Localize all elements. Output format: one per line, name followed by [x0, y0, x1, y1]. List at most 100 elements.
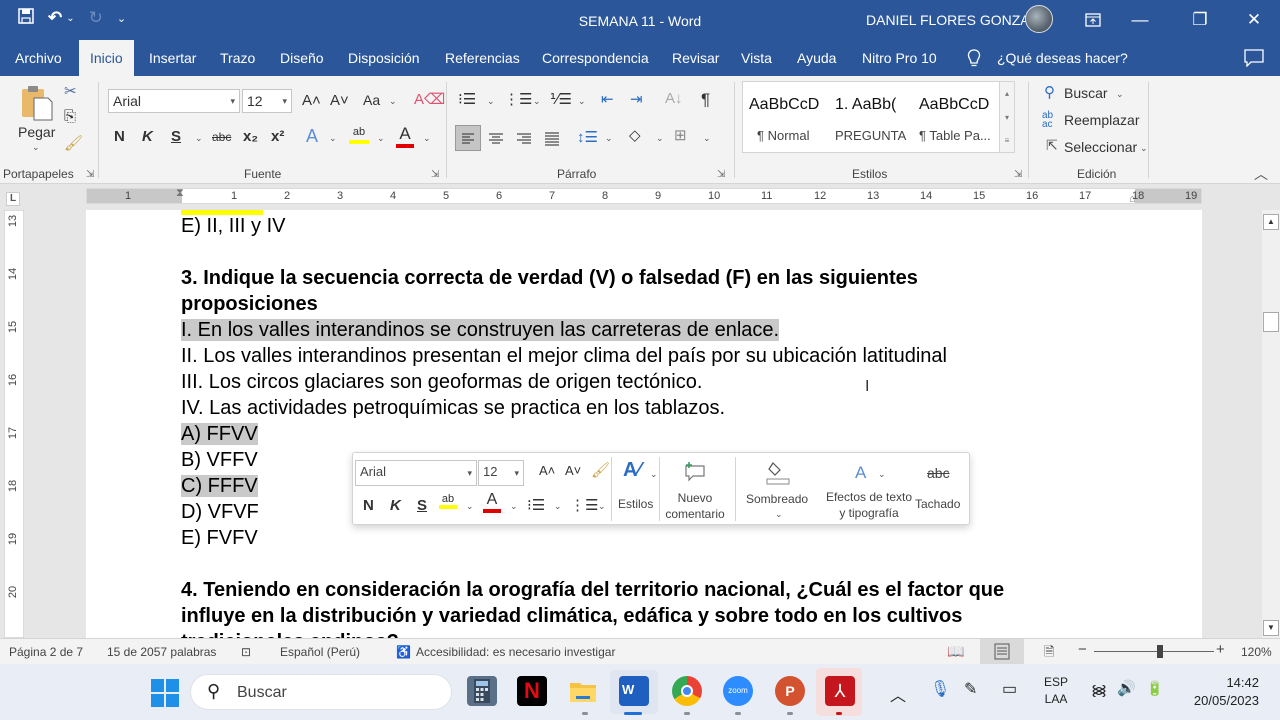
clock[interactable]: 14:42 20/05/2023	[1183, 674, 1259, 710]
grow-font-icon[interactable]: A˄	[302, 92, 321, 109]
pen-icon[interactable]: ✎	[964, 679, 977, 699]
collapse-ribbon-icon[interactable]: ︿	[1254, 164, 1268, 184]
tab-nitro-pro[interactable]: Nitro Pro 10	[862, 50, 937, 66]
style-normal[interactable]: ¶ Normal	[757, 128, 810, 143]
restore-button[interactable]: ❐	[1185, 8, 1215, 32]
numbering-dropdown-icon[interactable]: ⌄	[533, 96, 541, 107]
font-launcher-icon[interactable]: ⇲	[431, 169, 439, 180]
italic-button[interactable]: K	[142, 128, 153, 145]
question-line[interactable]: proposiciones	[181, 293, 318, 316]
proofing-icon[interactable]: ⊡	[241, 645, 251, 659]
mini-bold-button[interactable]: N	[363, 497, 374, 514]
mini-shrink-font-icon[interactable]: A˅	[565, 463, 581, 478]
replace-icon[interactable]: ab ac	[1042, 111, 1053, 130]
tab-trazo[interactable]: Trazo	[220, 50, 255, 66]
language[interactable]: Español (Perú)	[280, 645, 360, 659]
mini-styles-button[interactable]: Estilos	[618, 497, 653, 511]
tab-correspondencia[interactable]: Correspondencia	[542, 50, 649, 66]
zoom-app-icon[interactable]: zoom	[723, 676, 753, 706]
cut-icon[interactable]: ✂	[64, 82, 77, 100]
align-center-button[interactable]	[484, 126, 508, 153]
mini-highlight-dropdown-icon[interactable]: ⌄	[466, 501, 474, 512]
calculator-icon[interactable]	[467, 676, 497, 706]
accessibility-icon[interactable]: ♿	[396, 645, 411, 659]
zoom-slider-thumb[interactable]	[1157, 645, 1163, 658]
style-table-paragraph[interactable]: ¶ Table Pa...	[919, 128, 991, 143]
tab-selector-icon[interactable]: L	[6, 192, 20, 206]
font-size-select[interactable]: 12 ▾	[242, 89, 292, 113]
scroll-up-button[interactable]: ▲	[1263, 214, 1279, 230]
right-indent-marker-icon[interactable]: ⌂	[1129, 193, 1136, 205]
web-layout-icon[interactable]: 🗎	[1044, 643, 1054, 665]
text-effects-button[interactable]: Efectos de texto y tipografía	[817, 489, 921, 521]
new-comment-button[interactable]: Nuevo comentario	[663, 490, 727, 522]
mini-highlight-icon[interactable]: ab	[439, 493, 457, 509]
change-case-dropdown-icon[interactable]: ⌄	[389, 96, 397, 107]
bold-button[interactable]: N	[114, 128, 125, 145]
mini-font-family-select[interactable]: Arial ▾	[355, 460, 477, 486]
subscript-button[interactable]: x₂	[243, 128, 258, 145]
decrease-indent-icon[interactable]: ⇤	[601, 90, 614, 108]
numbering-icon[interactable]: ⋮☰	[504, 90, 532, 108]
shading-bucket-icon[interactable]	[765, 459, 791, 488]
clipboard-launcher-icon[interactable]: ⇲	[86, 169, 94, 180]
text-effects-dropdown-icon[interactable]: ⌄	[329, 133, 337, 144]
touchpad-icon[interactable]: ▭	[1002, 679, 1017, 699]
comments-icon[interactable]	[1244, 49, 1264, 70]
word-count[interactable]: 15 de 2057 palabras	[107, 645, 216, 659]
change-case-button[interactable]: Aa	[363, 92, 380, 108]
mini-font-size-select[interactable]: 12 ▾	[478, 460, 524, 486]
align-left-button[interactable]	[455, 125, 481, 151]
paste-icon[interactable]	[20, 84, 54, 125]
page-count[interactable]: Página 2 de 7	[9, 645, 83, 659]
scroll-down-icon[interactable]: ▾	[1000, 106, 1014, 130]
acrobat-icon[interactable]: ⅄	[825, 676, 855, 706]
tab-referencias[interactable]: Referencias	[445, 50, 520, 66]
document-line[interactable]: III. Los circos glaciares son geoformas …	[181, 371, 702, 394]
question-line[interactable]: 4. Teniendo en consideración la orografí…	[181, 579, 1004, 602]
document-line[interactable]: D) VFVF	[181, 501, 259, 524]
mini-underline-button[interactable]: S	[417, 497, 427, 514]
underline-dropdown-icon[interactable]: ⌄	[195, 133, 203, 144]
mini-bullets-dropdown-icon[interactable]: ⌄	[554, 501, 562, 512]
highlight-dropdown-icon[interactable]: ⌄	[377, 133, 385, 144]
shrink-font-icon[interactable]: A˅	[330, 92, 349, 109]
mini-styles-icon[interactable]: A⁄	[623, 459, 641, 482]
copy-icon[interactable]: ⎘	[64, 108, 76, 125]
taskbar-search[interactable]: ⚲ Buscar	[190, 674, 452, 710]
new-comment-icon[interactable]	[683, 461, 707, 486]
multilevel-dropdown-icon[interactable]: ⌄	[578, 96, 586, 107]
vertical-scrollbar[interactable]: ▲ ▼	[1262, 210, 1280, 638]
mini-styles-dropdown-icon[interactable]: ⌄	[650, 469, 658, 480]
bullets-dropdown-icon[interactable]: ⌄	[487, 96, 495, 107]
bullets-icon[interactable]: ⁝☰	[458, 90, 476, 108]
indent-marker-icon[interactable]: ⧗	[176, 187, 184, 200]
find-button[interactable]: Buscar	[1064, 85, 1108, 101]
style-preview-normal[interactable]: AaBbCcD	[749, 96, 819, 114]
zoom-level[interactable]: 120%	[1241, 645, 1272, 659]
paragraph-launcher-icon[interactable]: ⇲	[717, 169, 725, 180]
document-line[interactable]: B) VFFV	[181, 449, 258, 472]
show-formatting-icon[interactable]: ¶	[701, 90, 710, 110]
clear-formatting-icon[interactable]: A⌫	[414, 90, 445, 108]
question-line[interactable]: influye en la distribución y variedad cl…	[181, 605, 962, 628]
print-layout-button[interactable]	[980, 639, 1024, 664]
style-pregunta[interactable]: PREGUNTA	[835, 128, 906, 143]
tab-inicio[interactable]: Inicio	[79, 40, 134, 76]
borders-dropdown-icon[interactable]: ⌄	[703, 133, 711, 144]
scroll-down-button[interactable]: ▼	[1263, 620, 1279, 636]
font-color-dropdown-icon[interactable]: ⌄	[423, 133, 431, 144]
mini-bullets-icon[interactable]: ⁝☰	[527, 496, 545, 514]
shading-dropdown-icon[interactable]: ⌄	[656, 133, 664, 144]
input-language[interactable]: ESP LAA	[1044, 674, 1068, 708]
strikethrough-icon[interactable]: abc	[927, 465, 950, 481]
find-dropdown-icon[interactable]: ⌄	[1116, 89, 1124, 100]
zoom-in-button[interactable]: +	[1216, 641, 1225, 658]
mini-numbering-icon[interactable]: ⋮☰	[570, 496, 598, 514]
tab-ayuda[interactable]: Ayuda	[797, 50, 836, 66]
document-line[interactable]: E) FVFV	[181, 527, 258, 550]
mini-font-color-dropdown-icon[interactable]: ⌄	[510, 501, 518, 512]
mini-italic-button[interactable]: K	[390, 497, 401, 514]
style-preview-pregunta[interactable]: 1. AaBb(	[835, 96, 896, 114]
mini-numbering-dropdown-icon[interactable]: ⌄	[598, 501, 606, 512]
